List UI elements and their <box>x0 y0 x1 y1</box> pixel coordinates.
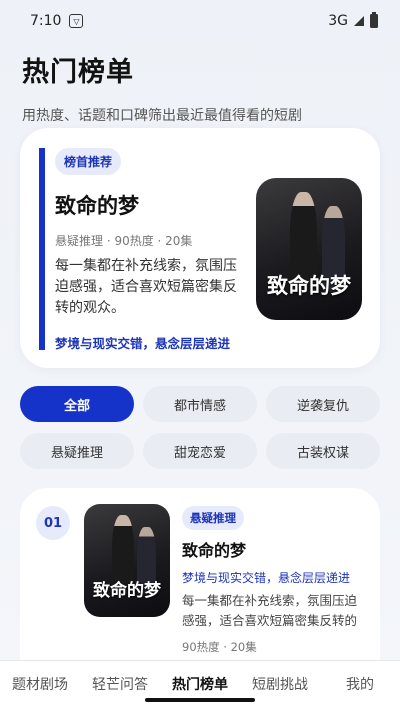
network-label: 3G <box>328 13 348 29</box>
status-bar: 7:10 ▽ 3G <box>0 0 400 42</box>
filter-chip-urban-romance[interactable]: 都市情感 <box>143 386 257 422</box>
ranking-tagline: 梦境与现实交错，悬念层层递进 <box>182 571 351 585</box>
filter-chip-revenge[interactable]: 逆袭复仇 <box>266 386 380 422</box>
rank-number: 01 <box>36 506 70 540</box>
featured-tagline: 梦境与现实交错，悬念层层递进 <box>55 336 231 351</box>
filter-chip-costume-intrigue[interactable]: 古装权谋 <box>266 433 380 469</box>
page-subtitle: 用热度、话题和口碑筛出最近最值得看的短剧 <box>22 108 302 124</box>
tab-challenge[interactable]: 短剧挑战 <box>240 674 320 698</box>
filter-chip-all[interactable]: 全部 <box>20 386 134 422</box>
status-right: 3G <box>328 12 378 29</box>
home-indicator[interactable] <box>145 698 255 702</box>
tab-hot-ranking[interactable]: 热门榜单 <box>160 674 240 698</box>
featured-meta: 悬疑推理 · 90热度 · 20集 <box>55 234 193 248</box>
page-header: 热门榜单 用热度、话题和口碑筛出最近最值得看的短剧 <box>22 50 378 125</box>
app-notification-icon: ▽ <box>69 14 84 28</box>
page-title: 热门榜单 <box>22 57 134 88</box>
featured-poster[interactable]: 致命的梦 <box>256 178 362 320</box>
ranking-list-item[interactable]: 01 致命的梦 悬疑推理 致命的梦 梦境与现实交错，悬念层层递进 每一集都在补充… <box>20 488 380 688</box>
featured-card[interactable]: 榜首推荐 致命的梦 悬疑推理 · 90热度 · 20集 每一集都在补充线索，氛围… <box>20 128 380 368</box>
ranking-description: 每一集都在补充线索，氛围压迫感强，适合喜欢短篇密集反转的观... <box>182 593 358 628</box>
tab-qa[interactable]: 轻芒问答 <box>80 674 160 698</box>
ranking-meta: 90热度 · 20集 <box>182 640 257 654</box>
ranking-title: 致命的梦 <box>182 541 247 560</box>
featured-badge: 榜首推荐 <box>55 148 122 175</box>
signal-icon <box>354 16 364 26</box>
featured-accent-bar <box>39 148 45 350</box>
bottom-tab-bar: 题材剧场 轻芒问答 热门榜单 短剧挑战 我的 <box>0 660 400 711</box>
tab-genre-theater[interactable]: 题材剧场 <box>0 674 80 698</box>
poster-title-text: 致命的梦 <box>267 273 351 299</box>
poster-title-text: 致命的梦 <box>93 581 161 602</box>
featured-title: 致命的梦 <box>55 194 139 218</box>
genre-filter-chips: 全部 都市情感 逆袭复仇 悬疑推理 甜宠恋爱 古装权谋 <box>20 386 380 469</box>
tab-mine[interactable]: 我的 <box>320 674 400 698</box>
ranking-genre-badge: 悬疑推理 <box>182 506 244 530</box>
battery-icon <box>370 12 378 28</box>
filter-chip-mystery[interactable]: 悬疑推理 <box>20 433 134 469</box>
status-time: 7:10 <box>30 13 62 29</box>
filter-chip-sweet-romance[interactable]: 甜宠恋爱 <box>143 433 257 469</box>
featured-description: 每一集都在补充线索，氛围压迫感强，适合喜欢短篇密集反转的观众。 <box>55 258 237 316</box>
ranking-poster[interactable]: 致命的梦 <box>84 504 170 617</box>
